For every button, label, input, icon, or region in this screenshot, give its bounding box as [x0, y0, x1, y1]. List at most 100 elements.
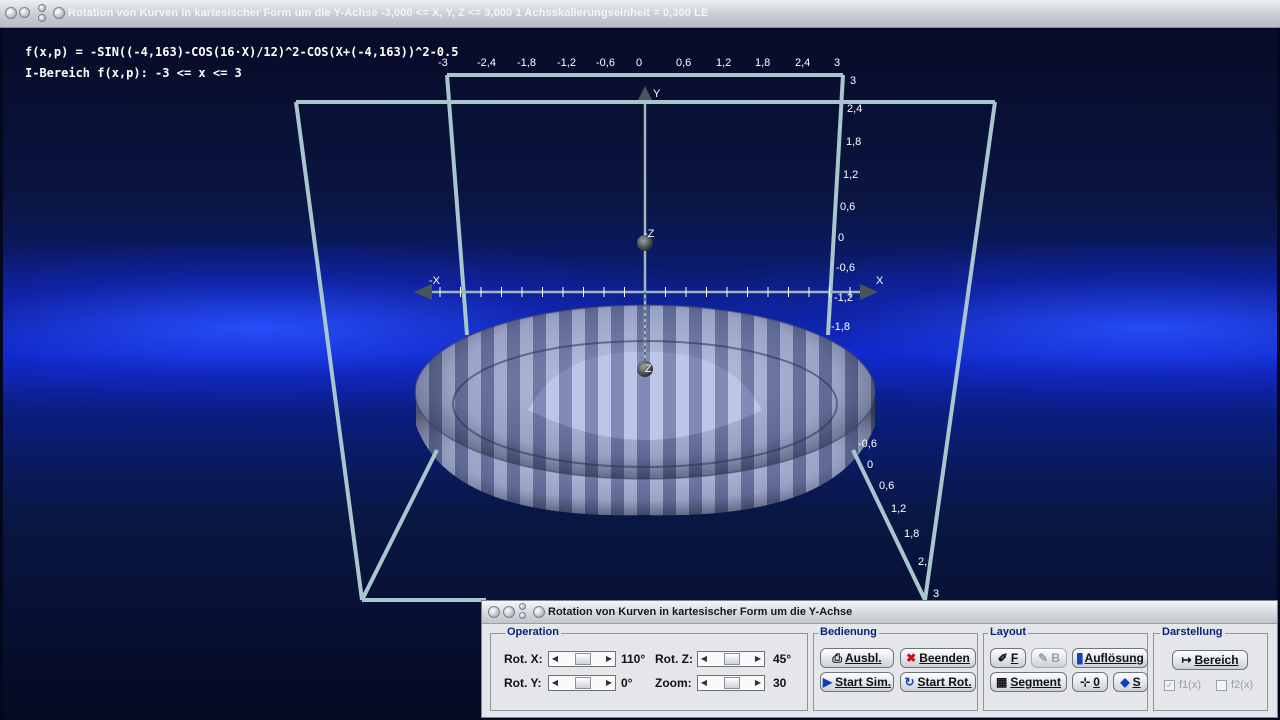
- slider-left-arrow-icon[interactable]: ◀: [549, 676, 561, 690]
- s-button[interactable]: ◆ S: [1113, 672, 1148, 692]
- f-button[interactable]: ✐ F: [990, 648, 1026, 668]
- eraser-icon: ✎: [1038, 651, 1049, 665]
- bereich-button[interactable]: ↦ Bereich: [1172, 650, 1248, 670]
- range-icon: ↦: [1181, 653, 1192, 667]
- window-close-icon[interactable]: [5, 7, 17, 19]
- start-rot-label: Start Rot.: [917, 675, 972, 689]
- layout-group: Layout ✐ F ✎ B |||| Auflösung ▦ Segment ⊹ 0 ◆…: [983, 626, 1148, 711]
- f1-checkbox[interactable]: ✓: [1164, 680, 1175, 691]
- segment-button[interactable]: ▦ Segment: [990, 672, 1067, 692]
- right-tick: 1,8: [846, 136, 861, 148]
- hide-icon: ⎙: [832, 651, 842, 665]
- axis-label-neg-z: -Z: [644, 228, 655, 240]
- slider-right-arrow-icon[interactable]: ▶: [752, 652, 764, 666]
- right-tick: -1,2: [834, 292, 853, 304]
- start-rot-button[interactable]: ↻ Start Rot.: [900, 672, 976, 692]
- layout-group-label: Layout: [988, 626, 1029, 638]
- slider-thumb[interactable]: [575, 653, 591, 665]
- slider-thumb[interactable]: [724, 653, 740, 665]
- depth-tick: -0,6: [858, 438, 877, 450]
- top-tick: 1,2: [716, 57, 731, 69]
- rot-y-slider[interactable]: ◀ ▶: [548, 675, 616, 691]
- slider-left-arrow-icon[interactable]: ◀: [549, 652, 561, 666]
- right-tick: 1,2: [843, 169, 858, 181]
- panel-menu-icon[interactable]: [519, 603, 526, 610]
- ausbl-button[interactable]: ⎙ Ausbl.: [820, 648, 894, 668]
- right-tick: -0,6: [836, 262, 855, 274]
- f2-checkbox[interactable]: [1216, 680, 1227, 691]
- close-x-icon: ✖: [906, 651, 917, 665]
- top-tick: 3: [834, 57, 840, 69]
- start-sim-button[interactable]: ▶ Start Sim.: [820, 672, 894, 692]
- bereich-label: Bereich: [1194, 653, 1239, 667]
- fill-icon: ◆: [1120, 675, 1130, 689]
- window-restore-icon[interactable]: [53, 7, 65, 19]
- depth-tick: 0,6: [879, 480, 894, 492]
- slider-left-arrow-icon[interactable]: ◀: [698, 676, 710, 690]
- beenden-label: Beenden: [919, 651, 970, 665]
- window-menu-icon[interactable]: [38, 4, 46, 12]
- right-tick: 3: [850, 75, 856, 87]
- ausbl-label: Ausbl.: [844, 651, 882, 665]
- function-formula: f(x,p) = -SIN((-4,163)-COS(16·X)/12)^2-C…: [25, 45, 459, 59]
- top-tick: 2,4: [795, 57, 810, 69]
- rot-y-value: 0°: [621, 676, 633, 690]
- definition-range: I-Bereich f(x,p): -3 <= x <= 3: [25, 66, 242, 80]
- depth-tick: 3: [933, 588, 939, 600]
- resolution-icon: ||||: [1076, 651, 1084, 665]
- slider-thumb[interactable]: [724, 677, 740, 689]
- rot-x-value: 110°: [621, 652, 646, 666]
- segment-label: Segment: [1010, 675, 1062, 689]
- aufloesung-button[interactable]: |||| Auflösung: [1072, 648, 1148, 668]
- b-label: B: [1051, 651, 1060, 665]
- rot-z-label: Rot. Z:: [655, 652, 693, 666]
- top-tick: 1,8: [755, 57, 770, 69]
- panel-restore-icon[interactable]: [533, 606, 545, 618]
- bedienung-group-label: Bedienung: [818, 626, 879, 638]
- darstellung-group-label: Darstellung: [1160, 626, 1225, 638]
- top-tick: -2,4: [477, 57, 496, 69]
- window-maximize-icon[interactable]: [38, 14, 46, 22]
- b-button[interactable]: ✎ B: [1031, 648, 1067, 668]
- zero-button[interactable]: ⊹ 0: [1072, 672, 1108, 692]
- panel-minimize-icon[interactable]: [503, 606, 515, 618]
- window-minimize-icon[interactable]: [19, 7, 30, 18]
- zoom-slider[interactable]: ◀ ▶: [697, 675, 765, 691]
- slider-left-arrow-icon[interactable]: ◀: [698, 652, 710, 666]
- right-tick: -1,8: [831, 321, 850, 333]
- depth-tick: 1,2: [891, 503, 906, 515]
- darstellung-group: Darstellung ↦ Bereich ✓ f1(x) f2(x): [1153, 626, 1268, 711]
- s-label: S: [1132, 675, 1141, 689]
- operation-group: Operation Rot. X: ◀ ▶ 110° Rot. Y: ◀ ▶ 0…: [490, 626, 808, 711]
- depth-tick: 2,: [918, 556, 927, 568]
- panel-close-icon[interactable]: [488, 606, 500, 618]
- title-bar: Rotation von Kurven in kartesischer Form…: [0, 0, 1280, 28]
- slider-thumb[interactable]: [575, 677, 591, 689]
- right-tick: 0: [838, 232, 844, 244]
- axis-label-x: X: [876, 275, 884, 287]
- slider-right-arrow-icon[interactable]: ▶: [603, 676, 615, 690]
- top-tick: -0,6: [596, 57, 615, 69]
- axis-label-z: Z: [645, 363, 652, 375]
- panel-maximize-icon[interactable]: [519, 612, 526, 619]
- rot-x-slider[interactable]: ◀ ▶: [548, 651, 616, 667]
- rot-z-slider[interactable]: ◀ ▶: [697, 651, 765, 667]
- right-tick: 2,4: [847, 103, 862, 115]
- top-tick: -1,8: [517, 57, 536, 69]
- rot-y-label: Rot. Y:: [504, 676, 542, 690]
- depth-tick: 1,8: [904, 528, 919, 540]
- play-icon: ▶: [822, 675, 833, 689]
- brush-icon: ✐: [997, 651, 1008, 665]
- start-sim-label: Start Sim.: [835, 675, 892, 689]
- window-title: Rotation von Kurven in kartesischer Form…: [68, 7, 709, 19]
- zero-label: 0: [1093, 675, 1100, 689]
- beenden-button[interactable]: ✖ Beenden: [900, 648, 976, 668]
- f2-label: f2(x): [1231, 679, 1253, 691]
- grid-icon: ▦: [995, 675, 1008, 689]
- slider-right-arrow-icon[interactable]: ▶: [603, 652, 615, 666]
- slider-right-arrow-icon[interactable]: ▶: [752, 676, 764, 690]
- depth-tick: 0: [867, 459, 873, 471]
- zoom-value: 30: [773, 676, 787, 690]
- f1-label: f1(x): [1179, 679, 1201, 691]
- f-label: F: [1010, 651, 1019, 665]
